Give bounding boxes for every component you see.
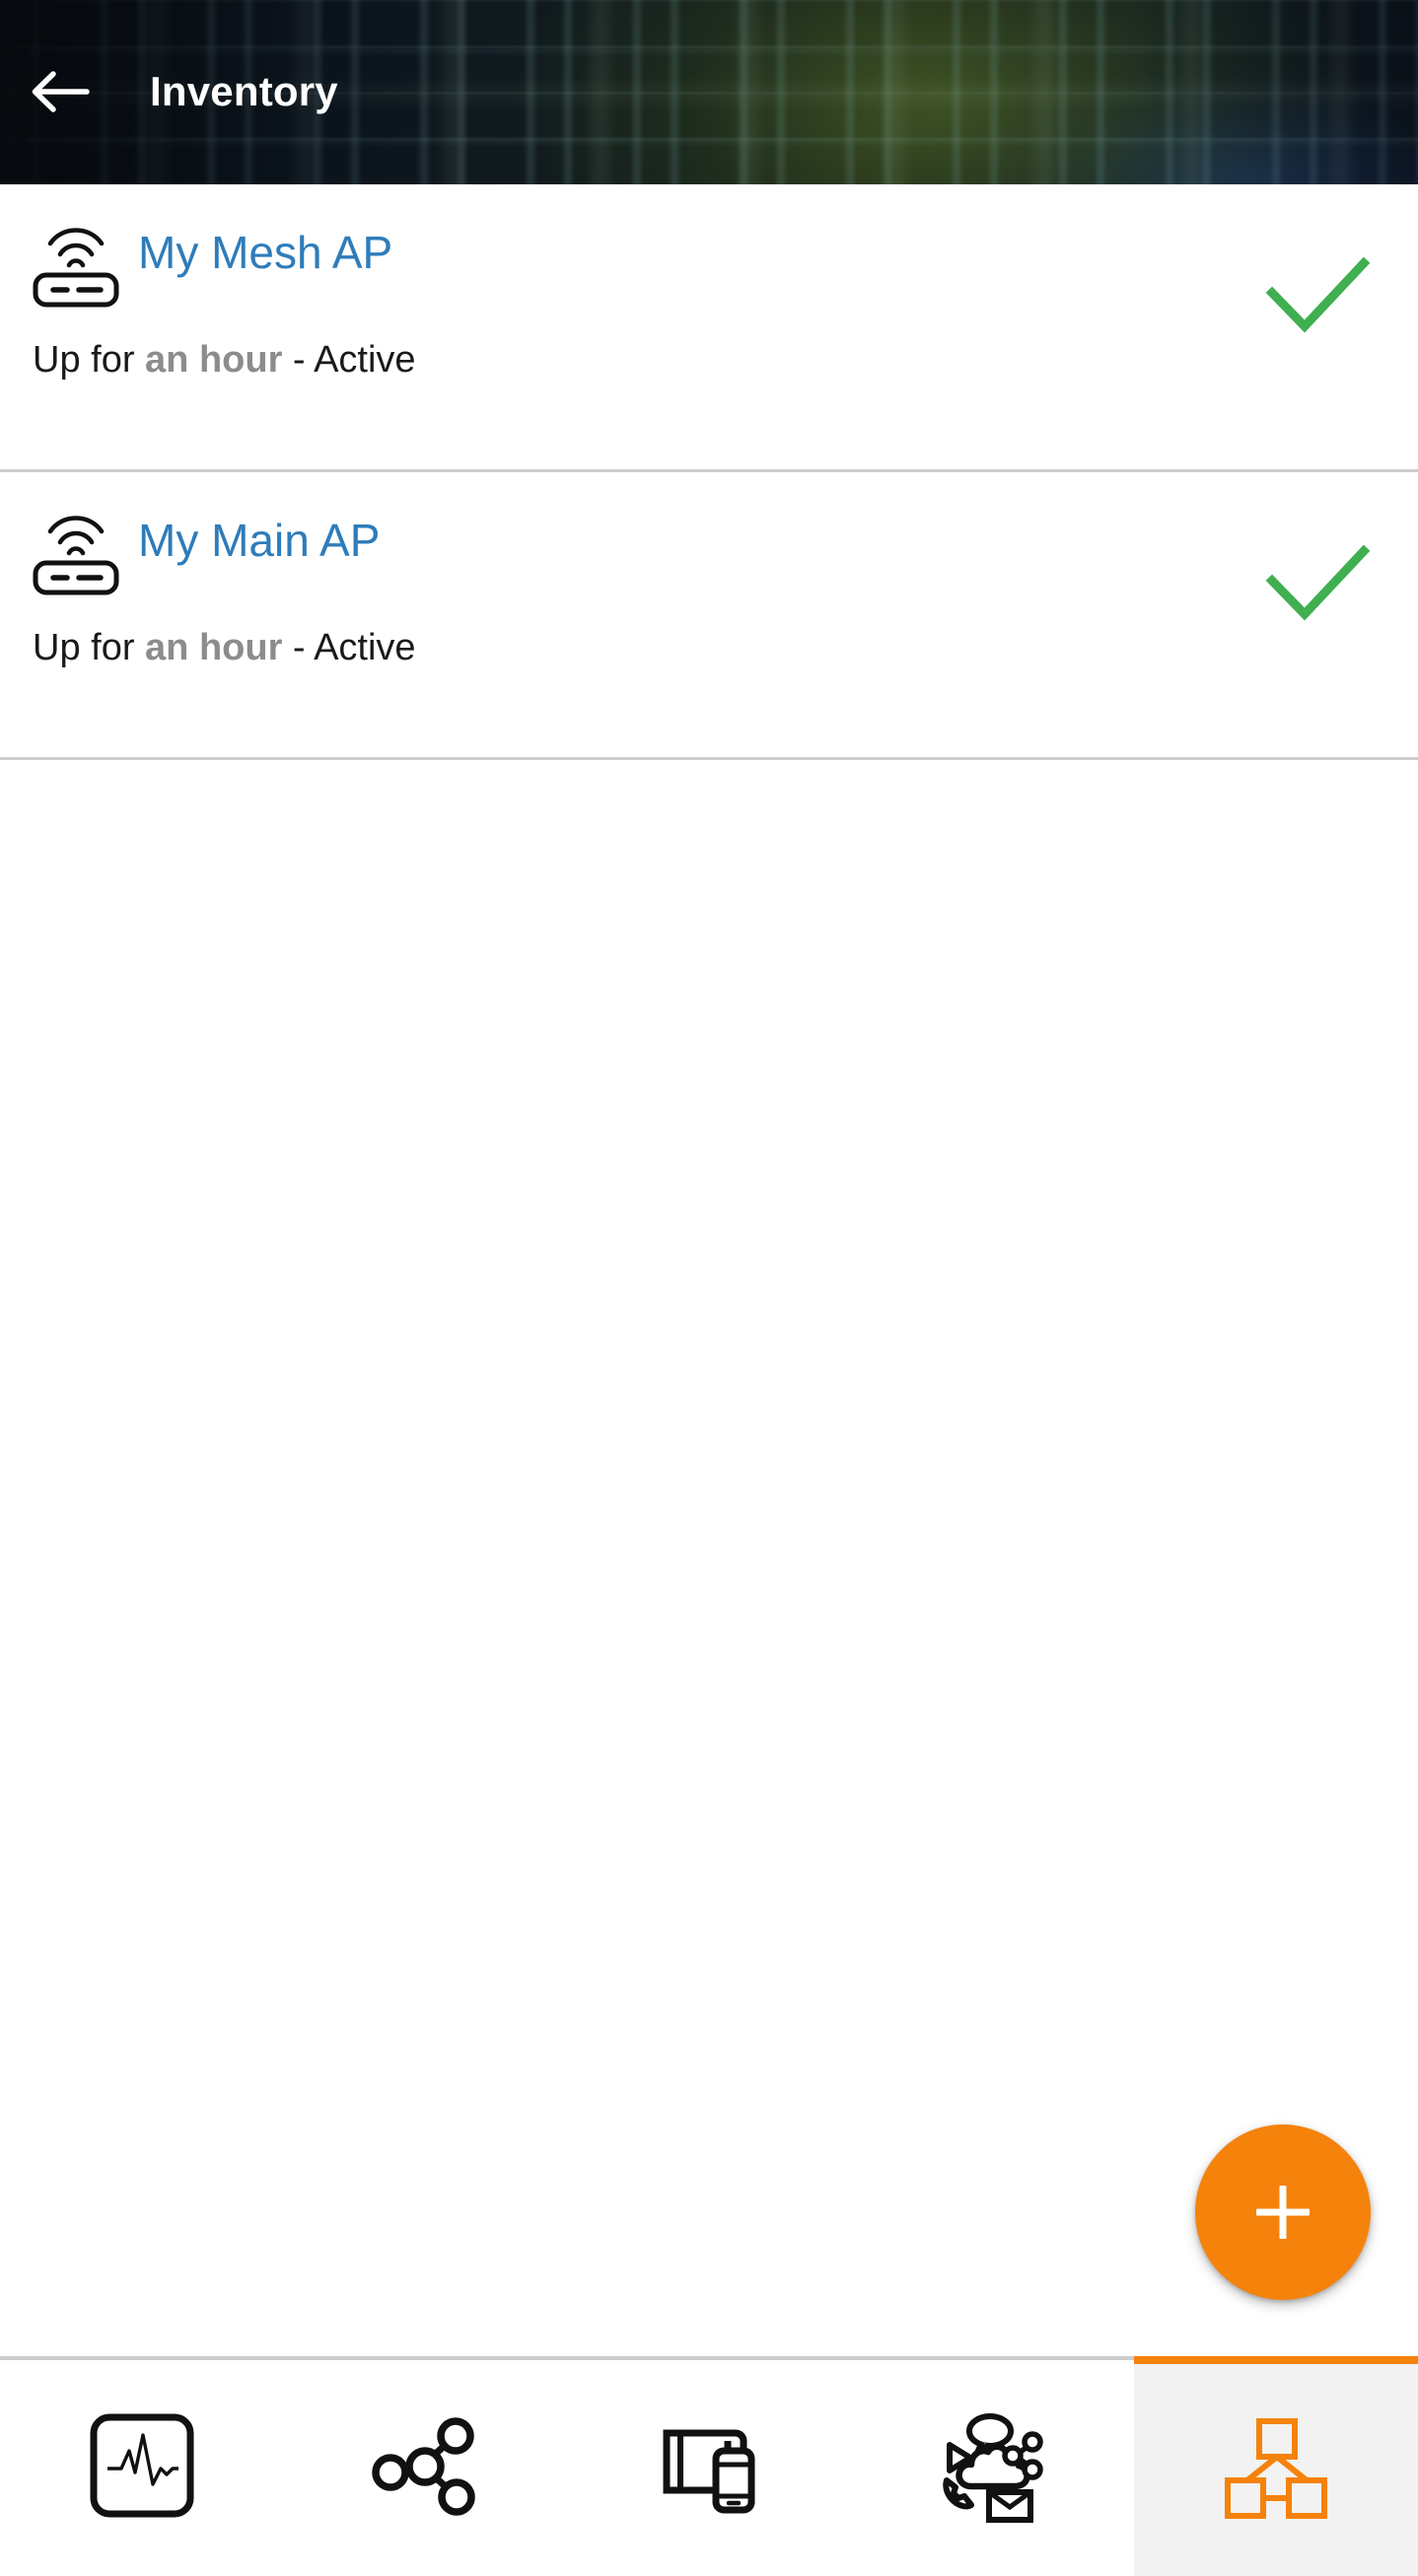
uptime-prefix: Up for [33, 339, 146, 381]
status-text: Active [314, 339, 416, 381]
uptime-value: an hour [145, 627, 283, 668]
monitoring-waveform-icon [84, 2407, 200, 2529]
app-header: Inventory [0, 0, 1418, 184]
nav-item-devices[interactable] [567, 2360, 851, 2576]
access-point-icon [30, 506, 122, 598]
back-button[interactable] [22, 61, 99, 122]
access-point-icon [30, 218, 122, 311]
list-item-title: My Main AP [138, 515, 381, 566]
list-item[interactable]: My Main AP Up for an hour - Active [0, 472, 1418, 760]
list-item[interactable]: My Mesh AP Up for an hour - Active [0, 184, 1418, 472]
check-icon [1252, 232, 1381, 360]
arrow-left-icon [30, 68, 91, 115]
nav-item-monitoring[interactable] [0, 2360, 284, 2576]
applications-cloud-icon [933, 2405, 1053, 2531]
nav-item-inventory[interactable] [1134, 2356, 1418, 2576]
nav-item-network[interactable] [283, 2360, 568, 2576]
status-separator: - [282, 627, 315, 668]
list-item-title: My Mesh AP [138, 227, 393, 278]
devices-icon [651, 2407, 767, 2529]
inventory-screen: Inventory My Mesh AP Up for an hour - Ac… [0, 0, 1418, 2576]
uptime-value: an hour [145, 339, 283, 381]
list-item-subtitle: Up for an hour - Active [33, 620, 416, 675]
nav-item-applications[interactable] [850, 2360, 1135, 2576]
check-icon [1252, 520, 1381, 648]
inventory-list: My Mesh AP Up for an hour - Active My Ma… [0, 184, 1418, 760]
uptime-prefix: Up for [33, 627, 146, 668]
inventory-hierarchy-icon [1218, 2407, 1334, 2529]
page-title: Inventory [150, 68, 338, 114]
status-text: Active [314, 627, 416, 668]
bottom-navigation-bar [0, 2356, 1418, 2576]
list-item-subtitle: Up for an hour - Active [33, 332, 416, 387]
status-separator: - [282, 339, 315, 381]
network-topology-icon [367, 2407, 483, 2529]
add-device-fab[interactable] [1195, 2124, 1371, 2300]
